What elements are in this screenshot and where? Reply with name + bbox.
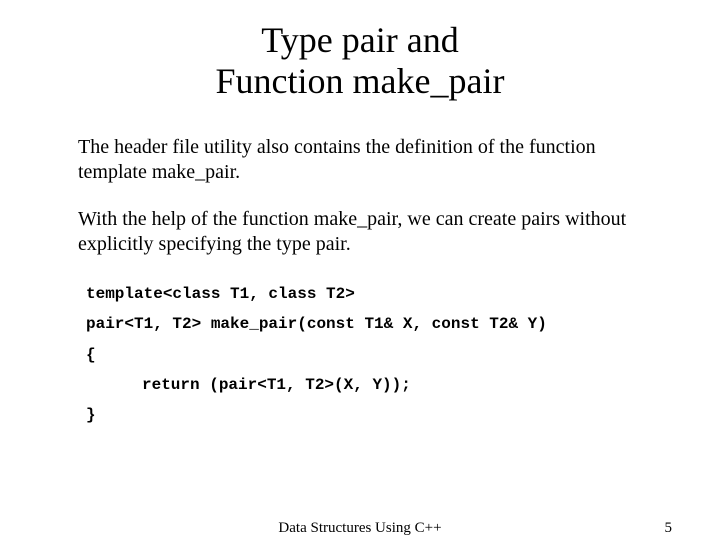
code-line-3: { bbox=[86, 340, 642, 370]
code-line-2: pair<T1, T2> make_pair(const T1& X, cons… bbox=[86, 309, 642, 339]
footer-text: Data Structures Using C++ bbox=[278, 520, 441, 537]
code-line-1: template<class T1, class T2> bbox=[86, 279, 642, 309]
code-line-4: return (pair<T1, T2>(X, Y)); bbox=[86, 370, 642, 400]
code-line-5: } bbox=[86, 400, 642, 430]
paragraph-1: The header file utility also contains th… bbox=[78, 135, 642, 185]
title-line-2: Function make_pair bbox=[0, 61, 720, 102]
title-line-1: Type pair and bbox=[0, 20, 720, 61]
code-block: template<class T1, class T2> pair<T1, T2… bbox=[78, 279, 642, 431]
slide-title: Type pair and Function make_pair bbox=[0, 20, 720, 103]
page-number: 5 bbox=[665, 520, 673, 537]
slide-content: The header file utility also contains th… bbox=[0, 135, 720, 431]
paragraph-2: With the help of the function make_pair,… bbox=[78, 207, 642, 257]
